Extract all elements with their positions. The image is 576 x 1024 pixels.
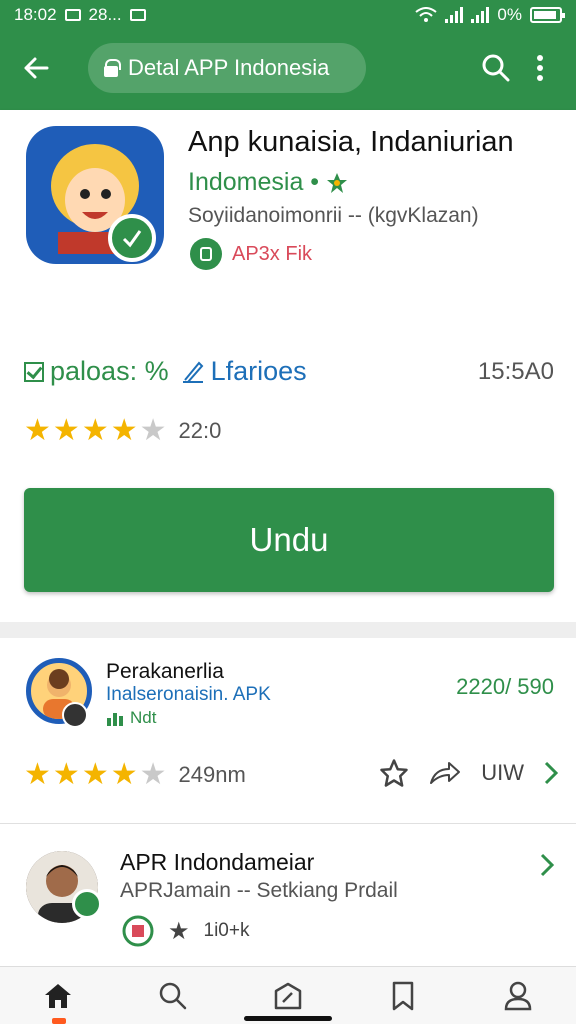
- rating-stars: ★ ★ ★ ★ ★: [24, 760, 167, 790]
- category-badge-icon: [122, 915, 154, 947]
- star-icon: ★: [24, 414, 51, 447]
- item-note-text: Ndt: [130, 708, 157, 727]
- app-size: 15:5A0: [477, 357, 554, 385]
- app-meta-row: paloas: % Lfarioes 15:5A0: [24, 356, 554, 387]
- star-icon: ★: [110, 758, 138, 791]
- meta-features[interactable]: Lfarioes: [181, 356, 307, 387]
- home-icon: [44, 983, 71, 1008]
- tag-text: AP3x Fik: [232, 242, 313, 265]
- url-bar[interactable]: Detal APP Indonesia: [88, 43, 366, 93]
- wifi-icon: [415, 7, 438, 22]
- item-note: Ndt: [106, 708, 156, 728]
- item-title: Perakanerlia: [106, 660, 224, 683]
- rating-stars: ★ ★ ★ ★ ★: [24, 416, 167, 446]
- share-icon[interactable]: [429, 759, 461, 787]
- section-divider: [0, 622, 576, 638]
- search-icon: [482, 54, 510, 82]
- chart-icon: [107, 713, 123, 726]
- star-icon: ★: [52, 414, 80, 447]
- more-options-button[interactable]: [518, 46, 562, 90]
- edit-icon: [182, 361, 203, 383]
- app-title: Anp kunaisia, Indaniurian: [188, 126, 514, 158]
- star-icon: ★: [110, 414, 138, 447]
- search-button[interactable]: [474, 46, 518, 90]
- item-subtitle: Inalseronaisin. APK: [106, 684, 271, 705]
- app-developer[interactable]: Indomesia •: [188, 168, 349, 197]
- checkbox-icon: [24, 361, 44, 382]
- app-tag: AP3x Fik: [190, 238, 312, 270]
- verified-badge-icon: [72, 889, 102, 919]
- leaf-icon: [327, 172, 348, 193]
- star-icon: ★: [24, 758, 51, 791]
- back-arrow-icon: [24, 57, 49, 79]
- status-bar: 18:02 28... 0%: [0, 0, 576, 30]
- item-subtitle: APRJamain -- Setkiang Prdail: [120, 879, 398, 902]
- signal-icon: [445, 7, 464, 23]
- star-empty-icon: ★: [139, 414, 167, 447]
- item-version: 2220/ 590: [456, 674, 554, 699]
- star-icon: ★: [81, 414, 109, 447]
- battery-percent: 0%: [497, 5, 522, 24]
- download-button[interactable]: Undu: [24, 488, 554, 592]
- meta-permissions[interactable]: paloas: %: [24, 356, 169, 387]
- chevron-right-icon[interactable]: [540, 853, 554, 877]
- tag-icon: [190, 238, 222, 270]
- meta-permissions-label: paloas: %: [50, 356, 169, 386]
- item-tag-text: 1i0+k: [203, 920, 250, 941]
- app-rating: ★ ★ ★ ★ ★ 22:0: [24, 416, 221, 446]
- item-rating: ★ ★ ★ ★ ★ 249nm: [24, 760, 246, 790]
- app-subtitle: Soyiidanoimonrii -- (kgvKlazan): [188, 204, 479, 227]
- battery-icon: [530, 7, 565, 23]
- signal-icon-2: [471, 7, 490, 23]
- status-time: 18:02: [14, 5, 57, 24]
- bookmark-icon: [392, 981, 414, 1010]
- list-item[interactable]: APR Indondameiar APRJamain -- Setkiang P…: [0, 825, 576, 965]
- notification-icon: [129, 9, 146, 21]
- rating-count: 249nm: [178, 762, 246, 787]
- item-tags: ★ 1i0+k: [122, 915, 249, 947]
- verified-badge-icon: [108, 214, 156, 262]
- star-empty-icon: ★: [139, 758, 167, 791]
- status-notifications: 28...: [88, 5, 122, 24]
- active-tab-indicator: [52, 1018, 66, 1024]
- top-bar: 18:02 28... 0% Detal APP Indonesia: [0, 0, 576, 110]
- more-vert-icon: [537, 55, 543, 81]
- nav-profile[interactable]: [488, 972, 548, 1020]
- item-action-label[interactable]: UIW: [481, 760, 524, 786]
- star-icon: ★: [52, 758, 80, 791]
- profile-icon: [505, 981, 532, 1010]
- explore-icon: [274, 982, 302, 1009]
- badge-icon: [62, 702, 88, 728]
- favorite-star-icon[interactable]: [379, 758, 409, 788]
- app-detail-screen: 18:02 28... 0% Detal APP Indonesia Anp k…: [0, 0, 576, 1024]
- nav-home[interactable]: [28, 972, 88, 1020]
- nav-search[interactable]: [143, 972, 203, 1020]
- gallery-icon: [64, 9, 81, 21]
- nav-bookmarks[interactable]: [373, 972, 433, 1020]
- item-title: APR Indondameiar: [120, 849, 315, 875]
- meta-features-label: Lfarioes: [210, 356, 307, 386]
- app-bar: Detal APP Indonesia: [0, 40, 576, 96]
- search-icon: [159, 982, 187, 1009]
- nav-explore[interactable]: [258, 972, 318, 1020]
- developer-name: Indomesia •: [188, 168, 320, 196]
- chevron-right-icon[interactable]: [544, 761, 558, 785]
- url-title: Detal APP Indonesia: [128, 55, 330, 80]
- star-icon: ★: [168, 917, 190, 945]
- rating-count: 22:0: [178, 418, 222, 443]
- home-indicator[interactable]: [244, 1016, 332, 1021]
- star-icon: ★: [81, 758, 109, 791]
- back-button[interactable]: [14, 46, 58, 90]
- list-item[interactable]: Perakanerlia Inalseronaisin. APK Ndt 222…: [0, 638, 576, 824]
- lock-icon: [104, 59, 121, 77]
- app-header-card: Anp kunaisia, Indaniurian Indomesia • So…: [0, 110, 576, 622]
- item-actions: UIW: [379, 758, 558, 788]
